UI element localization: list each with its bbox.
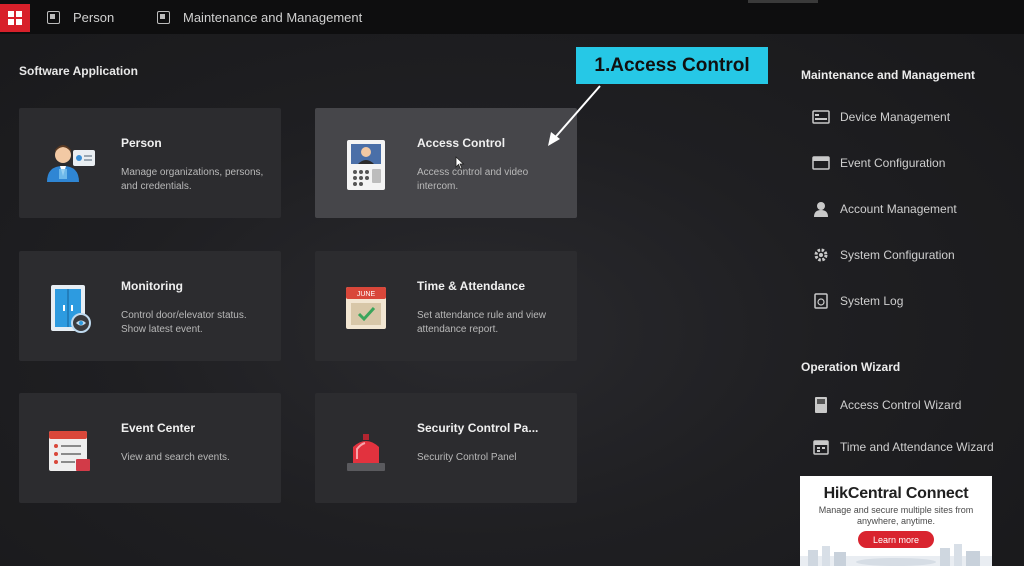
card-access-control[interactable]: Access Control Access control and video …	[315, 108, 577, 218]
card-access-control-title: Access Control	[417, 136, 506, 150]
link-system-configuration-label: System Configuration	[840, 248, 955, 262]
card-person-desc: Manage organizations, persons, and crede…	[121, 167, 264, 192]
card-security-control-panel-desc: Security Control Panel	[417, 452, 517, 463]
card-security-control-panel[interactable]: Security Control Pa... Security Control …	[315, 393, 577, 503]
card-person[interactable]: Person Manage organizations, persons, an…	[19, 108, 281, 218]
ad-subtitle: Manage and secure multiple sites from an…	[818, 505, 974, 526]
wizard-heading: Operation Wizard	[801, 360, 901, 374]
home-button[interactable]	[0, 4, 30, 32]
door-station-icon	[339, 138, 393, 192]
link-system-configuration[interactable]: System Configuration	[812, 245, 955, 265]
hikcentral-ad[interactable]: HikCentral Connect Manage and secure mul…	[800, 476, 992, 566]
alarm-light-icon	[339, 423, 393, 477]
link-account-management[interactable]: Account Management	[812, 199, 957, 219]
card-event-center[interactable]: Event Center View and search events.	[19, 393, 281, 503]
card-person-title: Person	[121, 136, 162, 150]
attendance-wizard-icon	[812, 438, 830, 456]
maintenance-doc-icon	[157, 10, 170, 24]
gear-icon	[812, 246, 830, 264]
link-event-configuration[interactable]: Event Configuration	[812, 153, 945, 173]
top-bar: Person Maintenance and Management	[0, 0, 1024, 34]
card-time-attendance[interactable]: JUNE Time & Attendance Set attendance ru…	[315, 251, 577, 361]
ad-title: HikCentral Connect	[823, 485, 969, 502]
link-event-configuration-label: Event Configuration	[840, 156, 946, 170]
card-monitoring-title: Monitoring	[121, 279, 183, 293]
link-system-log-label: System Log	[840, 294, 904, 308]
card-security-control-panel-title: Security Control Pa...	[417, 421, 539, 435]
calendar-icon: JUNE	[339, 281, 393, 335]
person-doc-icon	[47, 10, 60, 24]
link-access-control-wizard-label: Access Control Wizard	[840, 398, 962, 412]
link-account-management-label: Account Management	[840, 202, 957, 216]
top-right-control	[748, 0, 818, 3]
link-attendance-wizard-label: Time and Attendance Wizard	[840, 440, 994, 454]
access-wizard-icon	[812, 396, 830, 414]
log-icon	[812, 292, 830, 310]
card-monitoring[interactable]: Monitoring Control door/elevator status.…	[19, 251, 281, 361]
card-event-center-title: Event Center	[121, 421, 196, 435]
calendar-month-label: JUNE	[357, 291, 376, 298]
app-window: Person Maintenance and Management Softwa…	[0, 0, 1024, 566]
mouse-cursor-icon	[455, 156, 465, 170]
section-title: Software Application	[19, 64, 138, 78]
door-monitor-icon	[43, 281, 97, 335]
account-icon	[812, 200, 830, 218]
tab-person[interactable]: Person	[47, 0, 114, 34]
maintenance-heading: Maintenance and Management	[801, 68, 976, 82]
card-monitoring-desc: Control door/elevator status. Show lates…	[121, 310, 247, 335]
card-event-center-desc: View and search events.	[121, 452, 230, 463]
tab-maintenance-label: Maintenance and Management	[183, 9, 363, 25]
link-access-control-wizard[interactable]: Access Control Wizard	[812, 395, 961, 415]
device-icon	[812, 108, 830, 126]
link-device-management[interactable]: Device Management	[812, 107, 950, 127]
card-time-attendance-desc: Set attendance rule and view attendance …	[417, 310, 546, 335]
city-skyline-icon	[800, 544, 992, 566]
person-card-icon	[43, 138, 97, 192]
link-device-management-label: Device Management	[840, 110, 951, 124]
tab-maintenance[interactable]: Maintenance and Management	[157, 0, 362, 34]
card-access-control-desc: Access control and video intercom.	[417, 167, 529, 192]
card-time-attendance-title: Time & Attendance	[417, 279, 526, 293]
grid-icon	[8, 11, 22, 25]
event-list-icon	[43, 423, 97, 477]
link-attendance-wizard[interactable]: Time and Attendance Wizard	[812, 437, 994, 457]
event-config-icon	[812, 154, 830, 172]
annotation-callout: 1.Access Control	[576, 47, 768, 84]
link-system-log[interactable]: System Log	[812, 291, 903, 311]
tab-person-label: Person	[73, 9, 115, 25]
